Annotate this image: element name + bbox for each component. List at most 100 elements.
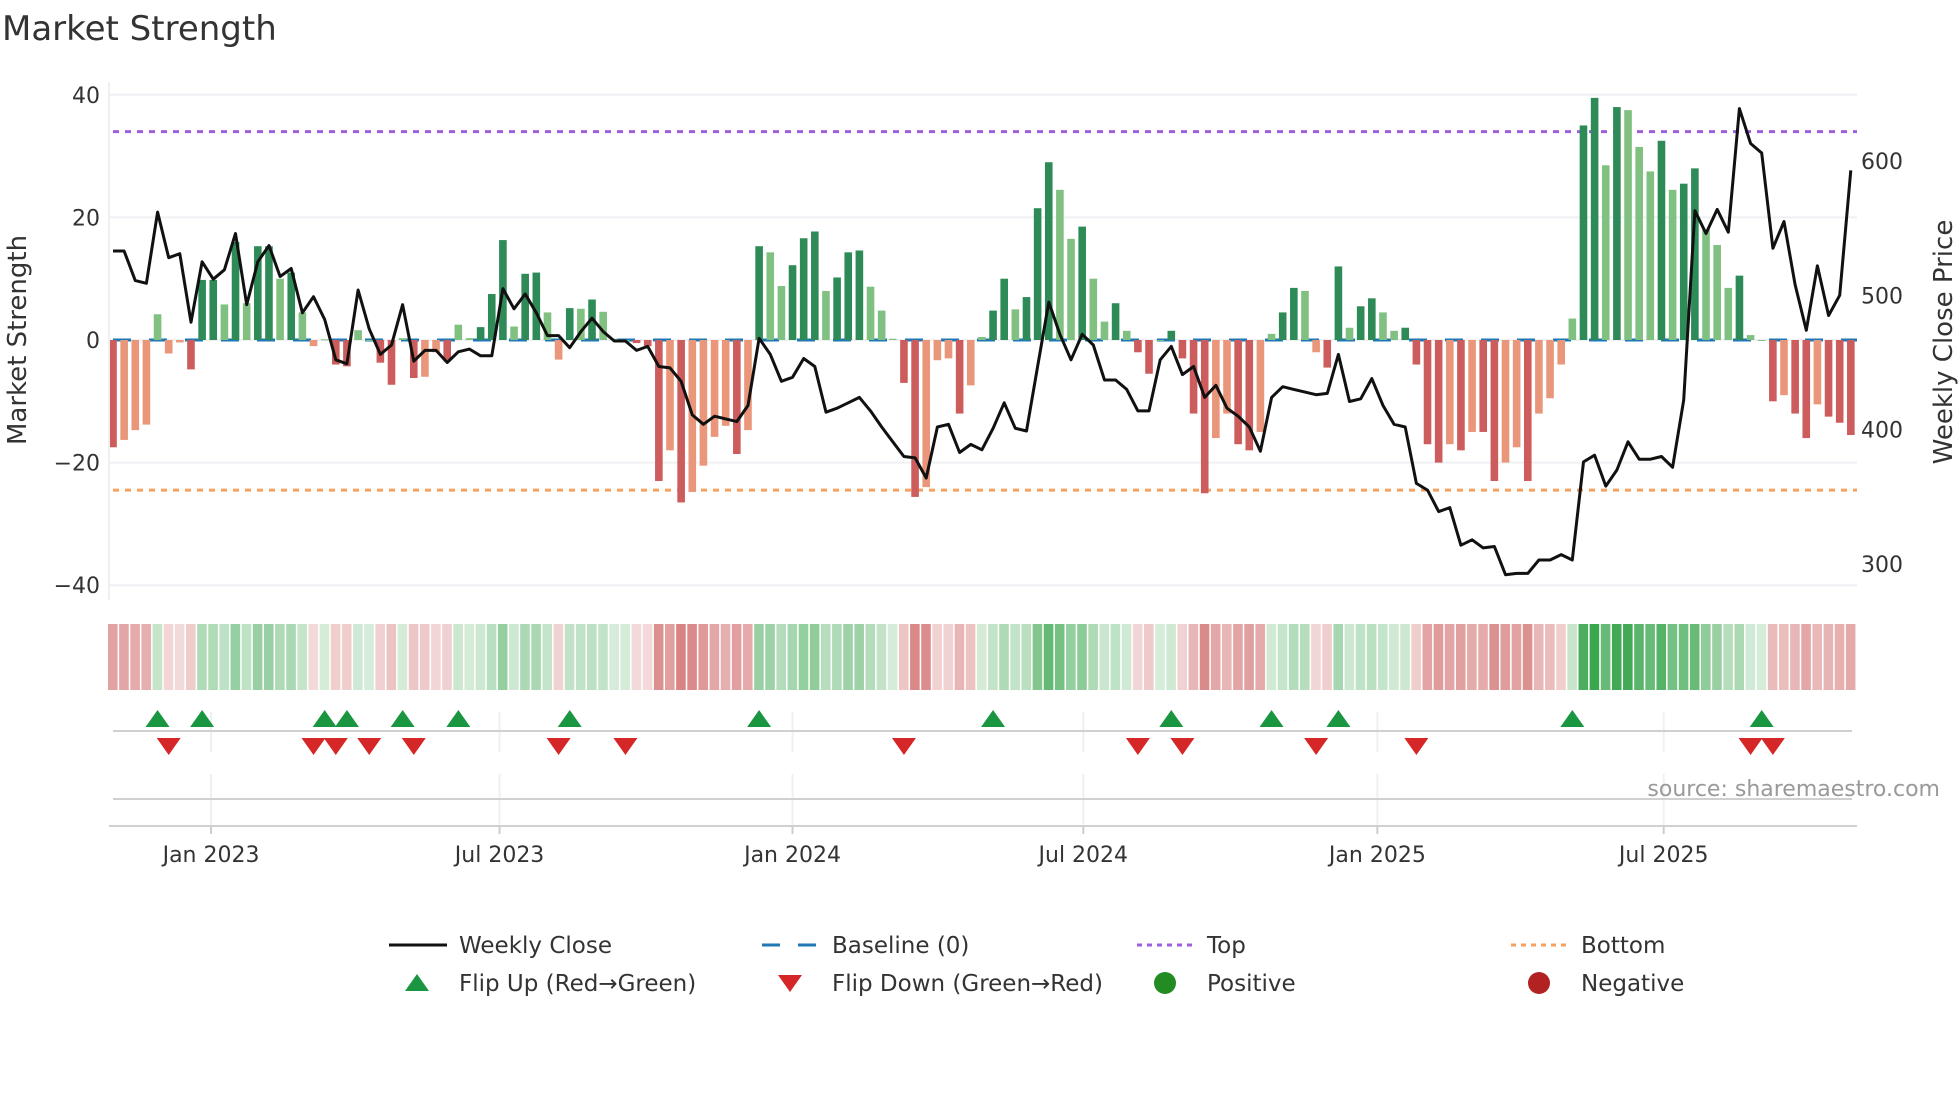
- strip-cell: [1377, 624, 1388, 690]
- strip-cell: [1845, 624, 1856, 690]
- strength-bar: [1290, 287, 1298, 340]
- flip-up-marker: [334, 710, 359, 727]
- strip-cell: [163, 624, 174, 690]
- weekly-close-line: [113, 107, 1853, 577]
- flip-up-marker: [446, 710, 471, 727]
- strength-bar: [955, 340, 964, 414]
- y2-tick-label: 600: [1861, 150, 1903, 175]
- strip-cell: [341, 624, 352, 690]
- strength-bar: [1457, 340, 1465, 451]
- strip-cell: [297, 624, 307, 690]
- strength-bar: [421, 340, 429, 377]
- strip-cell: [1623, 624, 1633, 690]
- strip-cell: [709, 624, 720, 690]
- strength-bar: [799, 238, 808, 340]
- strip-cell: [1277, 624, 1288, 690]
- strip-cell: [319, 624, 330, 690]
- legend: Weekly Close Baseline (0) Top Bottom Flip Up…: [389, 933, 1684, 997]
- strip-cell: [1210, 624, 1221, 690]
- strip-cell: [419, 624, 430, 690]
- strength-bar: [1791, 340, 1799, 414]
- strip-cell: [1689, 624, 1700, 690]
- strip-cell: [776, 624, 786, 690]
- strength-bar: [1089, 278, 1098, 340]
- strip-cell: [1054, 624, 1065, 690]
- strength-bar: [565, 308, 574, 340]
- strip-cell: [252, 624, 263, 690]
- strip-cell: [208, 624, 218, 690]
- strength-bar: [911, 340, 919, 497]
- strength-bar: [966, 340, 975, 386]
- strength-bar: [632, 340, 641, 344]
- flip-up-marker: [1259, 710, 1284, 727]
- strip-cell: [1478, 624, 1488, 690]
- strength-bar: [1156, 340, 1164, 341]
- strength-bar: [833, 277, 841, 340]
- strength-bar: [1824, 340, 1833, 417]
- strength-bar: [521, 273, 529, 340]
- strength-bar: [699, 340, 708, 466]
- strip-cell: [1500, 624, 1511, 690]
- strength-bar: [721, 340, 730, 426]
- flip-down-marker: [891, 738, 916, 755]
- strip-cell: [1634, 624, 1644, 690]
- strip-cell: [431, 624, 441, 690]
- strength-bar: [1278, 312, 1287, 340]
- strength-bar: [1345, 327, 1354, 340]
- strip-cell: [241, 624, 252, 690]
- strip-cell: [531, 624, 541, 690]
- flip-down-marker: [1404, 738, 1429, 755]
- strip-cell: [1166, 624, 1176, 690]
- y-tick-label: 40: [72, 84, 100, 109]
- strip-cell: [1545, 624, 1555, 690]
- strip-cell: [1132, 624, 1143, 690]
- strip-cell: [1155, 624, 1165, 690]
- strip-cell: [509, 624, 519, 690]
- strip-cell: [910, 624, 920, 690]
- strength-bar: [454, 324, 463, 340]
- strength-bar: [109, 340, 117, 448]
- strength-bar: [1835, 340, 1844, 423]
- strength-bar: [354, 330, 362, 340]
- x-tick-label: Jan 2025: [1327, 843, 1426, 868]
- strength-bar: [777, 286, 786, 340]
- strength-bar: [1134, 340, 1142, 353]
- strength-bar: [1568, 318, 1577, 340]
- legend-label: Weekly Close: [459, 933, 612, 959]
- strength-bar: [1145, 340, 1153, 374]
- strength-bars: [109, 97, 1855, 503]
- strength-bar: [1267, 333, 1276, 340]
- strength-bar: [1490, 340, 1499, 481]
- strength-bar: [766, 252, 775, 340]
- strip-cell: [1834, 624, 1845, 690]
- strength-bar: [153, 314, 162, 340]
- strength-bar: [298, 312, 307, 340]
- strip-cell: [587, 624, 597, 690]
- strip-cell: [676, 624, 686, 690]
- strip-cell: [1088, 624, 1098, 690]
- strip-cell: [130, 624, 140, 690]
- strip-cell: [754, 624, 764, 690]
- strip-cell: [720, 624, 731, 690]
- strength-bar: [1590, 97, 1599, 341]
- strip-cell: [1255, 624, 1266, 690]
- strength-bar: [1167, 330, 1176, 340]
- flip-down-marker: [301, 738, 326, 755]
- strip-cell: [475, 624, 486, 690]
- strip-cell: [1823, 624, 1834, 690]
- strip-cell: [820, 624, 831, 690]
- strip-cell: [119, 624, 129, 690]
- strength-bar: [933, 340, 942, 361]
- strength-bar: [209, 279, 218, 340]
- strength-bar: [1479, 340, 1488, 432]
- strength-bar: [1011, 309, 1020, 340]
- strip-cell: [965, 624, 976, 690]
- strip-cell: [1611, 624, 1622, 690]
- strip-cell: [653, 624, 664, 690]
- strip-cell: [1110, 624, 1121, 690]
- strip-cell: [921, 624, 931, 690]
- legend-label: Top: [1206, 933, 1246, 959]
- strip-cell: [1411, 624, 1421, 690]
- y2-tick-label: 400: [1861, 419, 1903, 444]
- strength-bar: [465, 338, 474, 340]
